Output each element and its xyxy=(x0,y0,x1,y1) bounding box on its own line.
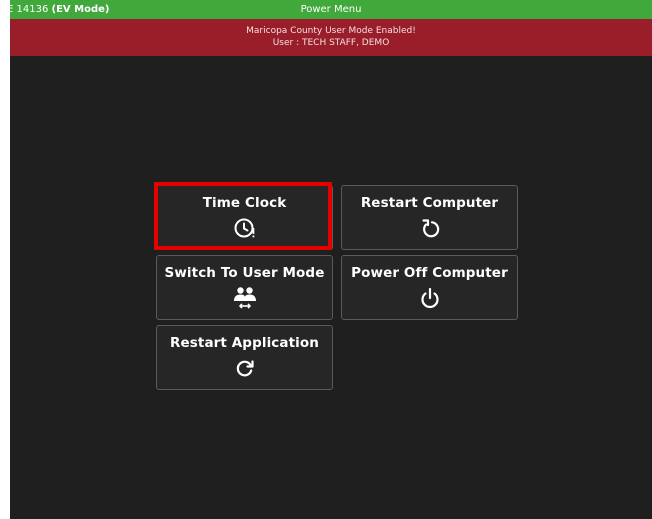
app-screen: E 14136 (EV Mode) Power Menu Maricopa Co… xyxy=(7,0,652,519)
switch-user-mode-label: Switch To User Mode xyxy=(164,265,325,281)
user-mode-banner: Maricopa County User Mode Enabled! User … xyxy=(10,19,652,56)
restart-application-label: Restart Application xyxy=(170,335,319,351)
power-off-computer-label: Power Off Computer xyxy=(351,265,508,281)
title-bar: E 14136 (EV Mode) Power Menu xyxy=(7,0,652,19)
refresh-icon xyxy=(232,355,258,381)
switch-user-mode-button[interactable]: Switch To User Mode xyxy=(156,255,333,320)
power-icon xyxy=(417,285,443,311)
time-clock-label: Time Clock xyxy=(202,195,287,211)
banner-message: Maricopa County User Mode Enabled! xyxy=(246,26,416,36)
banner-user: User : TECH STAFF, DEMO xyxy=(272,38,390,48)
power-off-computer-button[interactable]: Power Off Computer xyxy=(341,255,518,320)
restart-icon xyxy=(417,215,443,241)
restart-computer-label: Restart Computer xyxy=(360,195,499,211)
user-switch-icon xyxy=(232,285,258,311)
clock-alert-icon xyxy=(232,215,258,241)
window-title: Power Menu xyxy=(300,4,362,15)
restart-computer-button[interactable]: Restart Computer xyxy=(341,185,518,250)
restart-application-button[interactable]: Restart Application xyxy=(156,325,333,390)
time-clock-button[interactable]: Time Clock xyxy=(156,185,333,250)
